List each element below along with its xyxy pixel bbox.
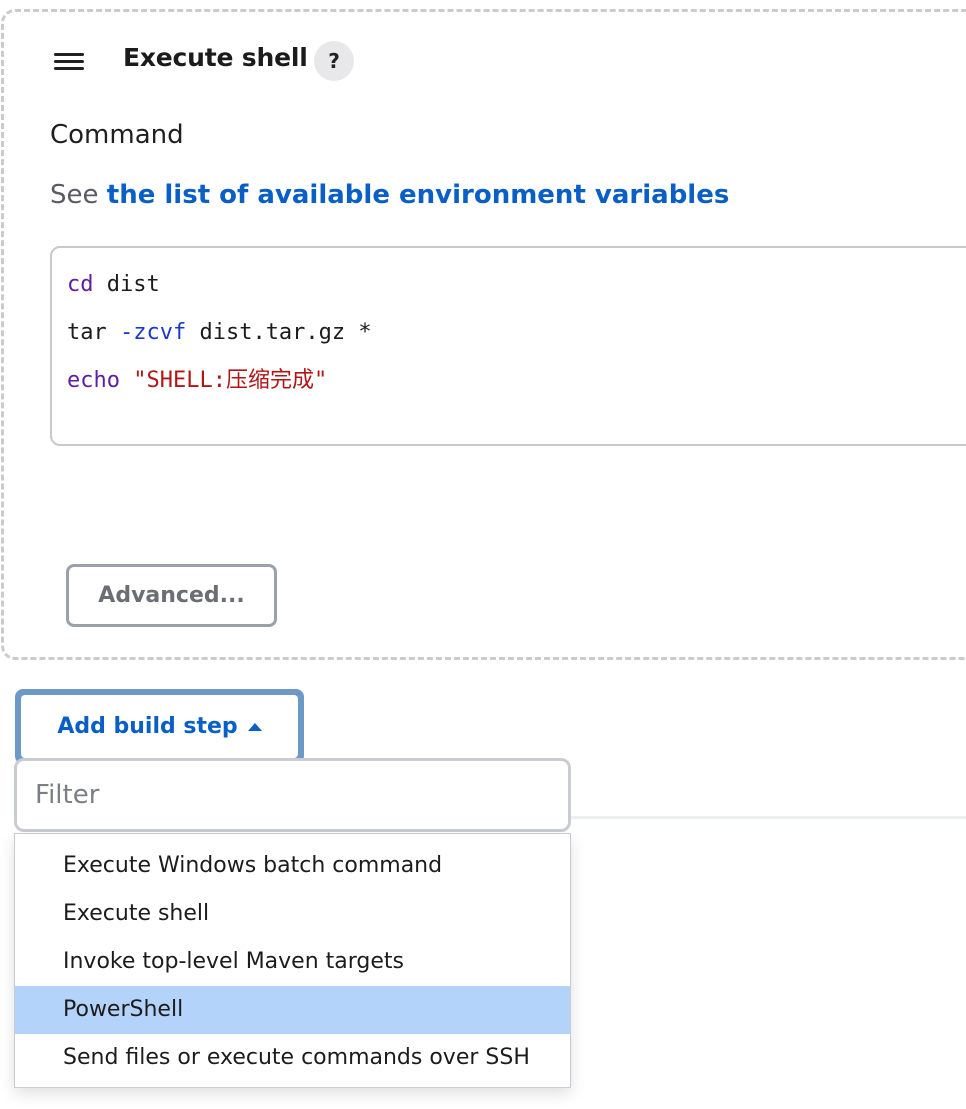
code-token: tar xyxy=(67,320,120,345)
code-token: dist.tar.gz * xyxy=(186,320,372,345)
add-build-step-label: Add build step xyxy=(57,714,238,739)
menu-item[interactable]: Execute shell xyxy=(15,890,570,938)
filter-input[interactable] xyxy=(14,758,571,832)
code-token: echo xyxy=(67,368,120,393)
command-label: Command xyxy=(50,120,184,150)
add-build-step-button[interactable]: Add build step xyxy=(21,695,298,758)
help-icon[interactable]: ? xyxy=(314,41,354,81)
menu-item[interactable]: Invoke top-level Maven targets xyxy=(15,938,570,986)
code-token: cd xyxy=(67,272,94,297)
caret-up-icon xyxy=(247,722,262,731)
code-token: dist xyxy=(93,272,160,297)
menu-item[interactable]: Execute Windows batch command xyxy=(15,842,570,890)
code-line: echo "SHELL:压缩完成" xyxy=(67,364,966,412)
menu-item-selected[interactable]: PowerShell xyxy=(15,986,570,1034)
add-build-step-focus-ring: Add build step xyxy=(15,689,304,764)
env-vars-hint: See the list of available environment va… xyxy=(50,180,729,210)
env-vars-prefix: See xyxy=(50,180,99,210)
drag-handle-icon[interactable] xyxy=(54,53,84,73)
code-token: "SHELL:压缩完成" xyxy=(133,368,328,393)
command-editor[interactable]: cd dist tar -zcvf dist.tar.gz * echo "SH… xyxy=(50,246,966,446)
step-title: Execute shell xyxy=(123,43,308,72)
code-token: -zcvf xyxy=(119,320,187,345)
env-vars-link[interactable]: the list of available environment variab… xyxy=(107,180,730,210)
build-step-menu: Execute Windows batch command Execute sh… xyxy=(14,833,571,1088)
advanced-button[interactable]: Advanced... xyxy=(66,564,277,627)
divider xyxy=(571,816,966,819)
code-line: tar -zcvf dist.tar.gz * xyxy=(67,316,966,364)
code-line: cd dist xyxy=(67,268,966,316)
menu-item[interactable]: Send files or execute commands over SSH xyxy=(15,1034,570,1082)
